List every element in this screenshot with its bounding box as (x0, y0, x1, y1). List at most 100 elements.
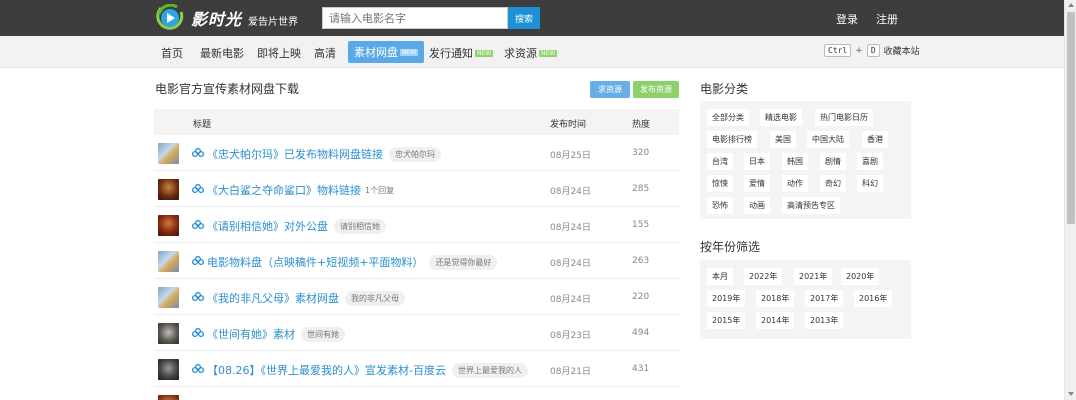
year-chip[interactable]: 2019年 (707, 290, 746, 307)
table-row[interactable]: 《我的非凡父母》素材网盘 我的非凡父母 08月24日 220 (154, 279, 679, 315)
category-chip[interactable]: 动画 (744, 197, 770, 214)
cloud-disk-icon (192, 364, 204, 373)
row-date: 08月21日 (550, 367, 591, 377)
scroll-thumb[interactable] (1067, 12, 1075, 224)
table-header: 标题 发布时间 热度 (154, 109, 679, 135)
category-chip[interactable]: 精选电影 (760, 109, 802, 126)
category-chip[interactable]: 喜剧 (857, 153, 883, 170)
row-title-link[interactable]: 《我的非凡父母》素材网盘 (207, 290, 339, 306)
year-chip[interactable]: 2022年 (744, 268, 783, 285)
search-button[interactable]: 搜索 (508, 7, 540, 29)
category-chip[interactable]: 日本 (744, 153, 770, 170)
movie-tag[interactable]: 世间有她 (301, 326, 345, 342)
play-logo-icon (155, 3, 185, 32)
year-filter-title: 按年份筛选 (700, 240, 761, 254)
nav-home[interactable]: 首页 (161, 45, 183, 61)
logo-name: 影时光 (191, 10, 243, 29)
row-heat: 320 (632, 148, 650, 158)
column-title: 标题 (193, 120, 212, 130)
table-row[interactable]: 《世间有她》素材 世间有她 08月23日 494 (154, 315, 679, 351)
category-chip[interactable]: 热门电影日历 (815, 109, 873, 126)
year-chip[interactable]: 2015年 (707, 312, 746, 329)
category-chip[interactable]: 香港 (862, 131, 888, 148)
main-nav: 首页 最新电影 即将上映 高清 素材网盘 NEW 发行通知 NEW 求资源 NEW C… (0, 36, 1064, 68)
table-row[interactable]: 《请别相信她》对外公盘 请别相信她 08月24日 155 (154, 207, 679, 243)
year-chip[interactable]: 2021年 (794, 268, 833, 285)
year-chip[interactable]: 2016年 (854, 290, 893, 307)
category-chip[interactable]: 韩国 (782, 153, 808, 170)
avatar (158, 251, 179, 272)
top-header: 影时光 爱告片世界 搜索 登录 注册 (0, 0, 1064, 36)
ctrl-key: Ctrl (824, 44, 852, 57)
register-link[interactable]: 注册 (876, 11, 898, 27)
category-chip[interactable]: 动作 (782, 175, 808, 192)
row-title-link[interactable]: 《忠犬帕尔玛》已发布物料网盘链接 (207, 146, 383, 162)
table-row[interactable]: 《大白鲨之夺命鲨口》物料链接 1个回复 08月24日 285 (154, 171, 679, 207)
table-row[interactable]: 【08.26】《世界上最爱我的人》宣发素材-百度云 世界上最爱我的人 08月21日… (154, 351, 679, 387)
category-chip[interactable]: 恐怖 (707, 197, 733, 214)
nav-coming-soon[interactable]: 即将上映 (257, 45, 301, 61)
year-filter-box: 本月 2022年 2021年 2020年 2019年 2018年 2017年 2… (700, 260, 911, 339)
cloud-disk-icon (192, 292, 204, 301)
row-title-link[interactable]: 《世间有她》素材 (207, 326, 295, 342)
category-chip[interactable]: 中国大陆 (807, 131, 849, 148)
avatar (158, 215, 179, 236)
scroll-down-icon[interactable] (1068, 392, 1074, 396)
category-chip[interactable]: 剧情 (820, 153, 846, 170)
cloud-disk-icon (192, 148, 204, 157)
movie-tag[interactable]: 请别相信她 (334, 218, 386, 234)
year-chip[interactable]: 2014年 (756, 312, 795, 329)
category-chip[interactable]: 美国 (770, 131, 796, 148)
category-chip[interactable]: 奇幻 (820, 175, 846, 192)
cloud-disk-icon (192, 328, 204, 337)
category-chip[interactable]: 科幻 (857, 175, 883, 192)
nav-hd[interactable]: 高清 (314, 45, 336, 61)
avatar (158, 179, 179, 200)
year-chip[interactable]: 本月 (707, 268, 733, 285)
category-chip[interactable]: 惊悚 (707, 175, 733, 192)
request-resource-button[interactable]: 求资源 (590, 81, 630, 98)
avatar (158, 323, 179, 344)
row-heat: 220 (632, 292, 650, 302)
category-chip[interactable]: 电影排行榜 (707, 131, 757, 148)
nav-request-resource[interactable]: 求资源 NEW (504, 45, 558, 61)
row-title-link[interactable]: 【08.26】《世界上最爱我的人》宣发素材-百度云 (207, 362, 446, 378)
nav-latest-movies[interactable]: 最新电影 (200, 45, 244, 61)
movie-tag[interactable]: 还是觉得你最好 (429, 254, 498, 270)
avatar (158, 143, 179, 164)
category-chip[interactable]: 爱情 (744, 175, 770, 192)
avatar (158, 359, 179, 380)
nav-release-notice[interactable]: 发行通知 NEW (429, 45, 494, 61)
search-input[interactable] (322, 7, 508, 29)
table-row[interactable]: 《忠犬帕尔玛》已发布物料网盘链接 忠犬帕尔玛 08月25日 320 (154, 135, 679, 171)
page-scrollbar[interactable] (1064, 0, 1076, 400)
year-chip[interactable]: 2018年 (756, 290, 795, 307)
row-heat: 431 (632, 364, 650, 374)
site-logo[interactable]: 影时光 爱告片世界 (155, 3, 298, 32)
table-row[interactable]: 电影物料盘（点映稿件+短视频+平面物料） 还是觉得你最好 08月24日 263 (154, 243, 679, 279)
scroll-up-icon[interactable] (1068, 3, 1074, 7)
row-title-link[interactable]: 电影物料盘（点映稿件+短视频+平面物料） (207, 254, 423, 270)
nav-material-disk[interactable]: 素材网盘 NEW (348, 41, 425, 63)
bookmark-shortcut[interactable]: Ctrl + D 收藏本站 (824, 44, 920, 57)
table-row[interactable] (154, 387, 679, 400)
avatar (158, 287, 179, 308)
search-bar: 搜索 (322, 7, 540, 29)
category-chip[interactable]: 全部分类 (707, 109, 749, 126)
year-chip[interactable]: 2020年 (841, 268, 880, 285)
new-badge: NEW (539, 49, 558, 57)
row-date: 08月24日 (550, 259, 591, 269)
year-chip[interactable]: 2017年 (805, 290, 844, 307)
category-title: 电影分类 (700, 82, 749, 96)
year-chip[interactable]: 2013年 (805, 312, 844, 329)
avatar (158, 395, 179, 400)
movie-tag[interactable]: 我的非凡父母 (345, 290, 405, 306)
category-chip[interactable]: 高清预告专区 (782, 197, 840, 214)
movie-tag[interactable]: 世界上最爱我的人 (451, 362, 528, 378)
category-chip[interactable]: 台湾 (707, 153, 733, 170)
row-title-link[interactable]: 《请别相信她》对外公盘 (207, 218, 328, 234)
post-resource-button[interactable]: 发布资源 (633, 81, 679, 98)
movie-tag[interactable]: 忠犬帕尔玛 (389, 146, 441, 162)
row-title-link[interactable]: 《大白鲨之夺命鲨口》物料链接 (207, 182, 361, 198)
login-link[interactable]: 登录 (836, 11, 858, 27)
